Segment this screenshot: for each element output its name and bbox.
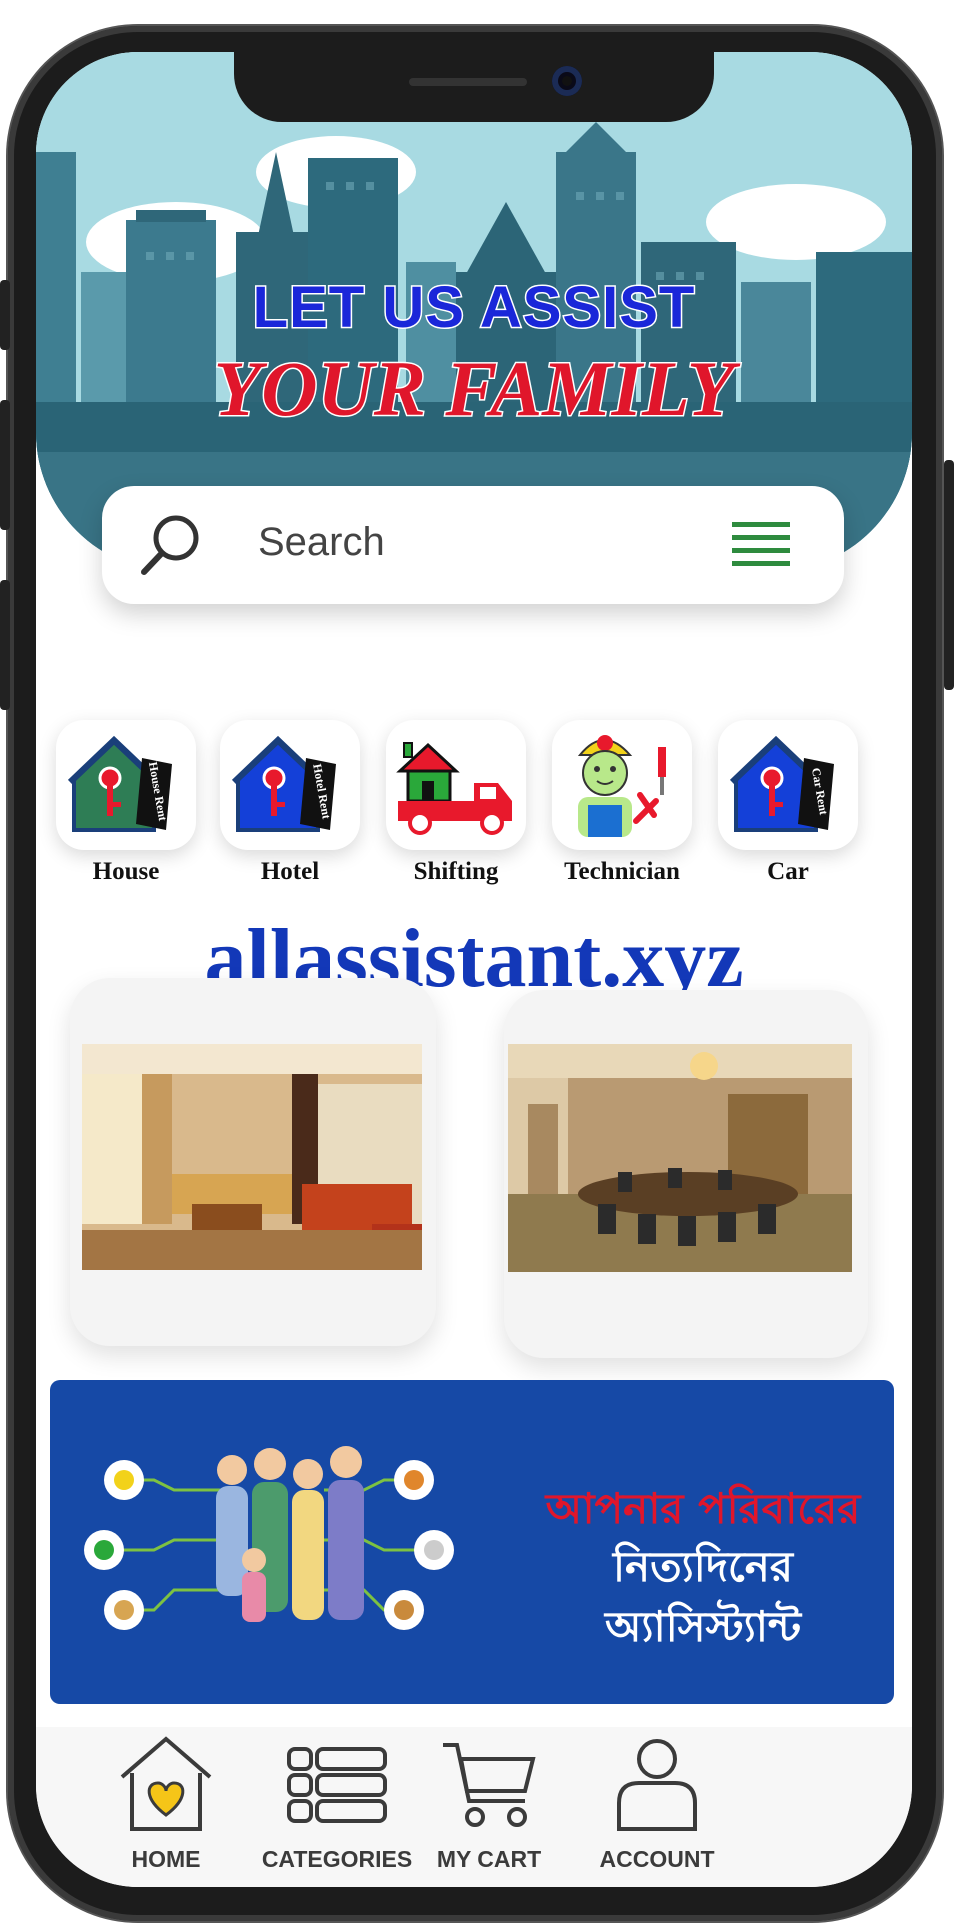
front-camera [552, 66, 582, 96]
phone-side-button [0, 280, 10, 350]
hero-title-line2: YOUR FAMILY [212, 344, 736, 434]
search-bar[interactable]: Search [102, 486, 844, 604]
tab-account-label: ACCOUNT [599, 1846, 715, 1872]
shifting-truck-icon [396, 742, 512, 835]
bottom-tab-bar: HOME CATEGORIES MY CART ACCOUNT [36, 1727, 912, 1887]
conference-room-photo [508, 1044, 852, 1272]
speaker-grille [409, 78, 527, 86]
listing-card-conference-room[interactable] [504, 990, 868, 1358]
tab-categories-label: CATEGORIES [261, 1846, 413, 1872]
category-label-shifting: Shifting [413, 858, 499, 885]
phone-notch [234, 52, 714, 122]
family-assistant-banner[interactable]: আপনার পরিবারের নিত্যদিনের অ্যাসিস্ট্যান্… [50, 1380, 894, 1704]
category-label-hotel: Hotel [260, 858, 320, 885]
hotel-lobby-photo [82, 1044, 422, 1270]
family-illustration [84, 1446, 454, 1630]
phone-power-button [944, 460, 954, 690]
banner-text-line3: অ্যাসিস্ট্যান্ট [604, 1602, 802, 1651]
phone-volume-down-button [0, 580, 10, 710]
hotel-rent-icon: Hotel Rent [231, 735, 336, 832]
category-car[interactable]: Car Rent Car [718, 720, 858, 886]
tab-cart[interactable]: MY CART [404, 1733, 574, 1873]
search-input[interactable]: Search [258, 520, 385, 565]
car-rent-icon: Car Rent [729, 735, 834, 832]
phone-volume-up-button [0, 400, 10, 530]
tab-cart-label: MY CART [436, 1846, 542, 1872]
shopping-cart-icon [443, 1743, 536, 1827]
tab-home[interactable]: HOME [81, 1733, 251, 1873]
hamburger-menu-icon[interactable] [732, 520, 792, 575]
category-house[interactable]: House Rent House [56, 720, 196, 886]
category-row: House Rent House Hotel Rent Hotel Shifti… [56, 720, 896, 920]
category-technician[interactable]: Technician [552, 720, 692, 886]
house-rent-icon: House Rent [67, 735, 172, 832]
category-label-technician: Technician [564, 858, 680, 885]
category-label-house: House [92, 858, 160, 885]
user-account-icon [617, 1739, 697, 1831]
listing-card-hotel-lobby[interactable] [70, 978, 436, 1346]
category-label-car: Car [767, 858, 809, 885]
hero-title-line1: LET US ASSIST [251, 274, 696, 342]
home-icon [120, 1736, 212, 1831]
categories-list-icon [287, 1747, 387, 1823]
category-hotel[interactable]: Hotel Rent Hotel [220, 720, 360, 886]
tab-account[interactable]: ACCOUNT [572, 1733, 742, 1873]
technician-icon [577, 735, 666, 837]
tab-home-label: HOME [131, 1846, 201, 1872]
search-icon[interactable] [138, 512, 204, 583]
category-shifting[interactable]: Shifting [386, 720, 526, 886]
app-screen: LET US ASSIST YOUR FAMILY Search House R… [36, 52, 912, 1887]
tab-categories[interactable]: CATEGORIES [252, 1733, 422, 1873]
